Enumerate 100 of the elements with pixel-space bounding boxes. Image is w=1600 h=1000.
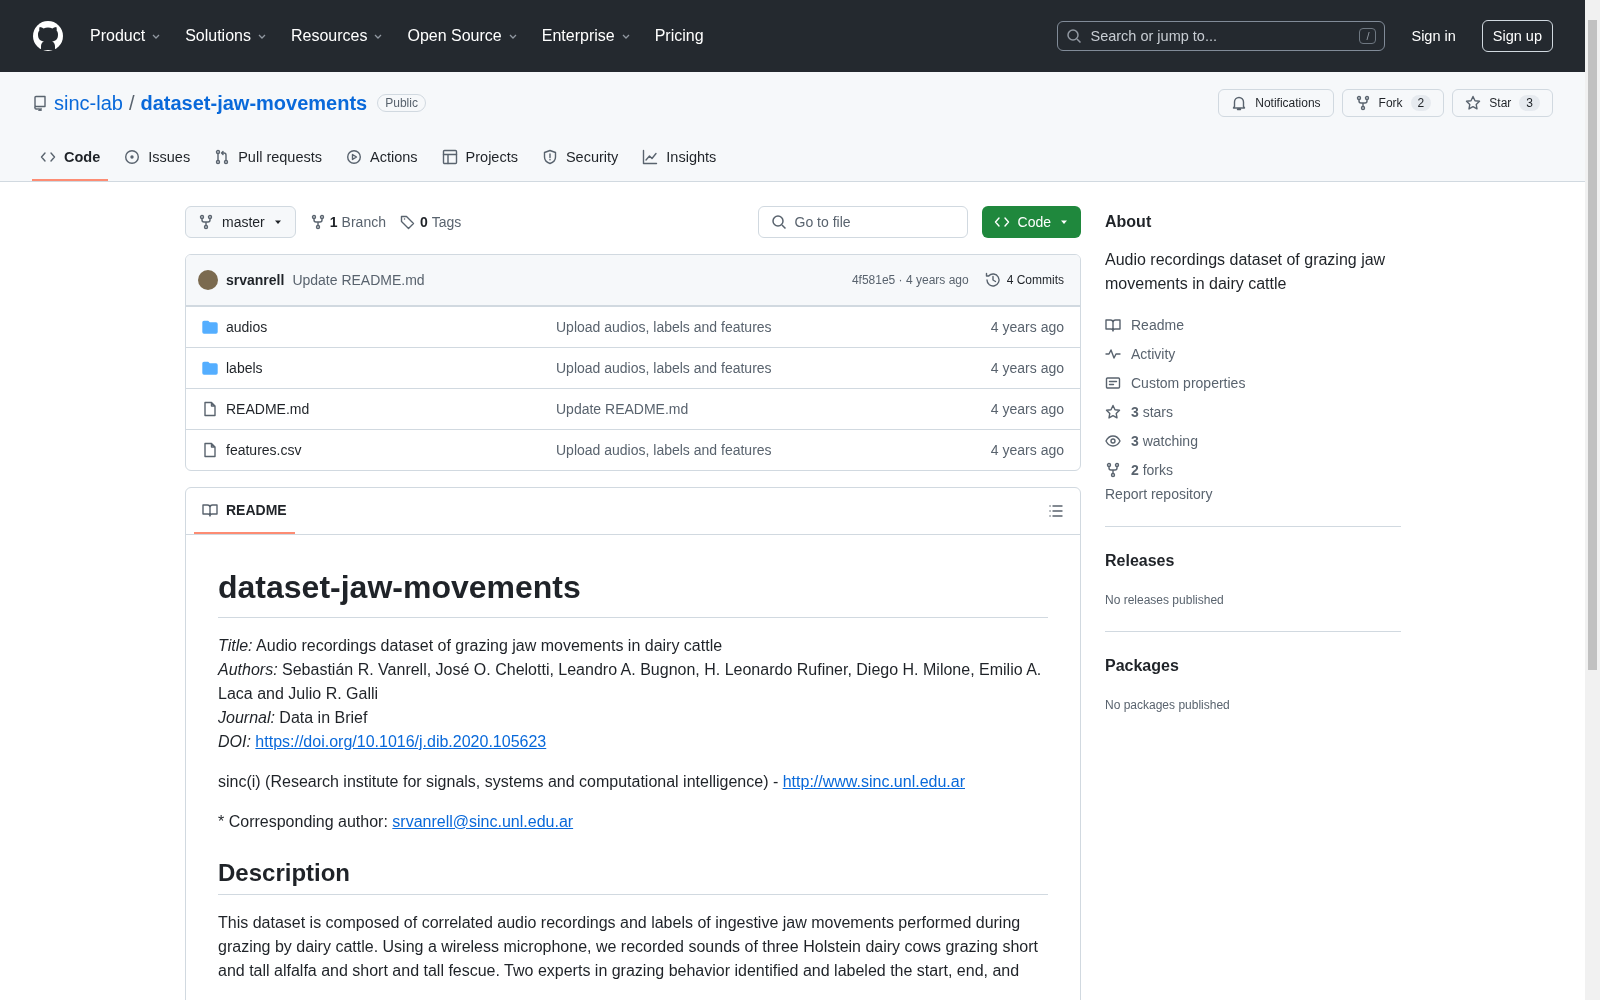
commit-time: 4 years ago [990, 442, 1064, 458]
circle-dot-icon [124, 148, 141, 165]
bell-icon [1231, 95, 1248, 111]
repo-tab[interactable]: Security [533, 134, 627, 181]
play-icon [346, 148, 362, 165]
folder-icon [202, 360, 218, 376]
packages-empty-text: No packages published [1105, 698, 1231, 712]
repo-icon [32, 95, 48, 111]
paragraph-link[interactable]: srvanrell@sinc.unl.edu.ar [392, 813, 574, 830]
graph-icon [642, 148, 659, 165]
nav-menu-item[interactable]: Open Source [399, 21, 526, 51]
eye-icon [1105, 432, 1121, 449]
fork-icon [198, 214, 214, 230]
search-icon [770, 214, 787, 230]
report-link[interactable]: Report repository [1105, 486, 1401, 502]
nav-menu-item[interactable]: Enterprise [533, 21, 639, 51]
fork-button[interactable]: Fork 2 [1341, 89, 1445, 117]
scrollbar-thumb[interactable] [1588, 20, 1597, 670]
file-name-link[interactable]: README.md [226, 401, 556, 417]
commit-time: 4 years ago [990, 319, 1064, 335]
fork-icon [1354, 95, 1371, 111]
avatar[interactable] [198, 270, 218, 290]
commit-message[interactable]: Update README.md [292, 272, 425, 288]
readme-paragraph: sinc(i) (Research institute for signals, systems and computational intelligence) - http://www.sinc.unl.edu.ar [218, 772, 966, 792]
branch-button[interactable]: master [185, 206, 296, 238]
branches-link[interactable]: 1 Branch [309, 214, 386, 230]
commit-message-link[interactable]: Upload audios, labels and features [556, 360, 991, 376]
repo-tab[interactable]: Code [32, 134, 109, 181]
commit-time: 4 years ago [990, 360, 1064, 376]
sidebar-link[interactable]: 2 forks [1105, 455, 1401, 484]
nav-menu-item[interactable]: Pricing [646, 21, 712, 51]
readme-meta-line: Authors: Sebastián R. Vanrell, José O. Chelotti, Leandro A. Bugnon, H. Leonardo Rufiner, Diego H. Milone, Emilio A. Laca and Julio R. Galli [218, 660, 1043, 704]
bell-button[interactable]: Notifications [1218, 89, 1334, 117]
note-icon [1105, 374, 1121, 391]
file-name-link[interactable]: labels [226, 360, 556, 376]
book-icon [1105, 316, 1121, 333]
file-icon [202, 442, 218, 458]
commit-message-link[interactable]: Upload audios, labels and features [556, 319, 991, 335]
about-description: Audio recordings dataset of grazing jaw movements in dairy cattle [1105, 250, 1387, 294]
repo-tab[interactable]: Issues [116, 134, 199, 181]
file-name-link[interactable]: features.csv [226, 442, 556, 458]
tag-icon [399, 214, 416, 230]
releases-heading[interactable]: Releases [1105, 551, 1401, 571]
tags-link[interactable]: 0 Tags [399, 214, 462, 230]
scrollbar[interactable] [1585, 0, 1600, 1000]
path-separator: / [128, 91, 135, 115]
nav-menu-item[interactable]: Resources [282, 21, 392, 51]
counter: 2 [1410, 95, 1432, 111]
section-heading: Description [218, 858, 1048, 895]
readme-meta-line: Title: Audio recordings dataset of grazing jaw movements in dairy cattle [218, 636, 724, 656]
repo-name-link[interactable]: dataset-jaw-movements [140, 91, 368, 115]
repo-tab[interactable]: Pull requests [206, 134, 330, 181]
history-icon [984, 272, 1001, 288]
shortcut-key: / [1359, 28, 1377, 44]
sign-up-button[interactable]: Sign up [1481, 20, 1553, 52]
commit-message-link[interactable]: Update README.md [556, 401, 991, 417]
repo-tab[interactable]: Projects [433, 134, 526, 181]
readme-tab[interactable]: README [194, 488, 295, 534]
commit-hash-time[interactable]: 4f581e5 · 4 years ago [851, 273, 969, 287]
commit-author[interactable]: srvanrell [226, 272, 285, 288]
outline-icon [1048, 503, 1064, 519]
sidebar-link[interactable]: 3 stars [1105, 397, 1401, 426]
star-icon [1465, 95, 1482, 111]
counter: 3 [1519, 95, 1540, 111]
fork-icon [1105, 461, 1121, 478]
commits-link[interactable]: 4 Commits [976, 272, 1064, 288]
pull-request-icon [214, 148, 231, 165]
fork-icon [309, 214, 326, 230]
file-name-link[interactable]: audios [226, 319, 556, 335]
folder-icon [202, 319, 218, 335]
owner-link[interactable]: sinc-lab [54, 91, 123, 115]
shield-icon [541, 148, 558, 165]
commit-message-link[interactable]: Upload audios, labels and features [556, 442, 991, 458]
paragraph-link[interactable]: http://www.sinc.unl.edu.ar [782, 773, 965, 790]
packages-heading[interactable]: Packages [1105, 656, 1401, 676]
readme-meta-line: DOI: https://doi.org/10.1016/j.dib.2020.105623 [218, 732, 548, 752]
star-button[interactable]: Star 3 [1452, 89, 1553, 117]
readme-paragraph: * Corresponding author: srvanrell@sinc.unl.edu.ar [218, 812, 575, 832]
code-button[interactable]: Code [981, 206, 1081, 238]
sidebar-link[interactable]: Custom properties [1105, 368, 1401, 397]
sidebar-link[interactable]: Readme [1105, 310, 1401, 339]
releases-empty-text: No releases published [1105, 593, 1225, 607]
nav-menu-item[interactable]: Solutions [177, 21, 275, 51]
search-field[interactable]: Search or jump to... / [1057, 21, 1386, 51]
repo-tab[interactable]: Actions [338, 134, 426, 181]
doi-link[interactable]: https://doi.org/10.1016/j.dib.2020.105623 [255, 733, 547, 750]
table-icon [441, 148, 458, 165]
sidebar-link[interactable]: 3 watching [1105, 426, 1401, 455]
repo-tab[interactable]: Insights [634, 134, 725, 181]
description-paragraph: This dataset is composed of correlated audio recordings and labels of ingestive jaw movements performed during grazing by dairy cattle. Using a wireless microphone, we recorded sounds of three Holstein dairy cows grazing short and tall alfalfa and short and tall fescue. Two experts in grazing behavior identified and labeled the start, end, and [218, 913, 1039, 981]
star-icon [1105, 403, 1121, 420]
readme-title: dataset-jaw-movements [218, 567, 1048, 618]
nav-menu-item[interactable]: Product [82, 21, 170, 51]
logo-icon[interactable] [32, 20, 64, 52]
readme-meta-line: Journal: Data in Brief [218, 708, 369, 728]
sidebar-link[interactable]: Activity [1105, 339, 1401, 368]
sign-in-link[interactable]: Sign in [1393, 28, 1474, 44]
file-icon [202, 401, 218, 417]
about-heading: About [1105, 212, 1153, 232]
go-to-file-field[interactable]: Go to file [757, 206, 968, 238]
